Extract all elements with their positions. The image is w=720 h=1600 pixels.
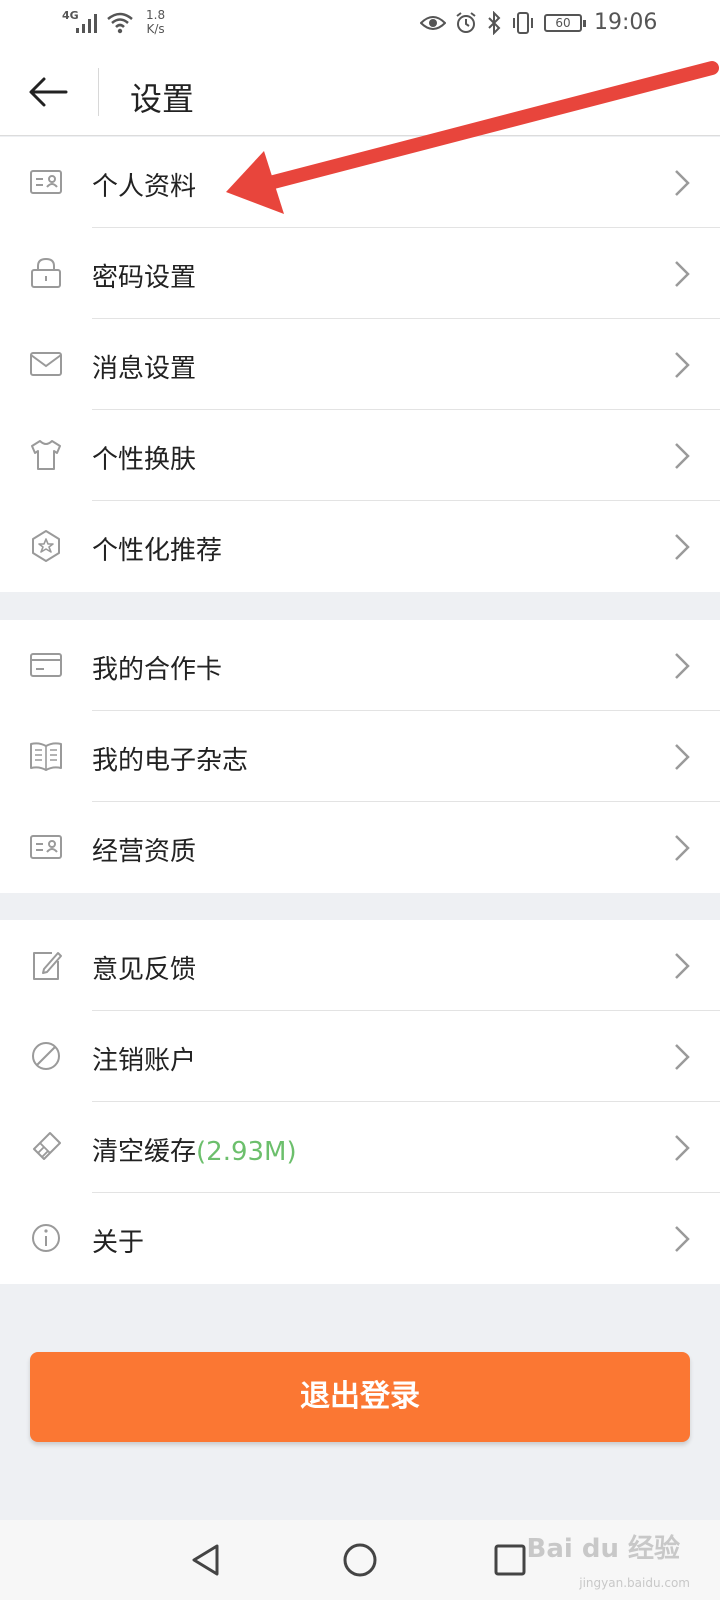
shirt-icon [31, 440, 61, 470]
nav-recents-button[interactable] [490, 1540, 530, 1580]
row-skin[interactable]: 个性换肤 [0, 410, 720, 501]
row-business-qualification[interactable]: 经营资质 [0, 802, 720, 893]
chevron-right-icon [675, 443, 690, 469]
settings-group-account: 个人资料 密码设置 消息设置 个性换肤 个性化推荐 [0, 137, 720, 592]
chevron-right-icon [675, 1044, 690, 1070]
book-icon [30, 742, 62, 771]
chevron-right-icon [675, 352, 690, 378]
chevron-right-icon [675, 261, 690, 287]
app-header: 设置 [0, 48, 720, 136]
card-icon [30, 653, 62, 677]
row-feedback[interactable]: 意见反馈 [0, 920, 720, 1011]
back-arrow-icon [29, 77, 68, 107]
row-password[interactable]: 密码设置 [0, 228, 720, 319]
chevron-right-icon [675, 1226, 690, 1252]
row-e-magazine[interactable]: 我的电子杂志 [0, 711, 720, 802]
row-label: 个性化推荐 [92, 536, 223, 566]
settings-group-misc: 意见反馈 注销账户 清空缓存(2.93M) 关于 [0, 920, 720, 1284]
net-speed-value: 1.8 [146, 8, 166, 22]
row-partner-card[interactable]: 我的合作卡 [0, 620, 720, 711]
cache-size: (2.93M) [196, 1137, 297, 1167]
bluetooth-icon [488, 10, 501, 35]
square-recents-icon [494, 1544, 526, 1576]
row-label: 我的电子杂志 [92, 746, 249, 776]
row-personalized-recommend[interactable]: 个性化推荐 [0, 501, 720, 592]
row-label: 注销账户 [92, 1046, 197, 1076]
nav-home-button[interactable] [340, 1540, 380, 1580]
row-personal-info[interactable]: 个人资料 [0, 137, 720, 228]
vibrate-icon [513, 11, 533, 34]
settings-group-cards: 我的合作卡 我的电子杂志 经营资质 [0, 620, 720, 893]
row-cancel-account[interactable]: 注销账户 [0, 1011, 720, 1102]
net-speed: 1.8 K/s [146, 8, 165, 36]
status-right: 60 19:06 [420, 10, 657, 35]
envelope-icon [30, 352, 62, 376]
row-about[interactable]: 关于 [0, 1193, 720, 1284]
baidu-watermark: Bai du 经验 [526, 1534, 681, 1564]
header-divider [98, 68, 99, 116]
alarm-icon [456, 11, 476, 33]
signal-block: 4G [62, 8, 100, 34]
cache-label: 清空缓存 [92, 1137, 197, 1167]
row-label: 清空缓存(2.93M) [92, 1131, 297, 1168]
chevron-right-icon [675, 1135, 690, 1161]
status-left: 4G 1.8 K/s [62, 8, 165, 36]
info-icon [32, 1224, 60, 1252]
broom-icon [33, 1132, 61, 1160]
id-card-icon [30, 170, 62, 194]
chevron-right-icon [675, 534, 690, 560]
back-button[interactable] [26, 70, 70, 114]
row-label: 我的合作卡 [92, 655, 223, 685]
chevron-right-icon [675, 170, 690, 196]
net-speed-unit: K/s [146, 22, 165, 36]
lock-icon [31, 257, 61, 288]
system-nav-bar: Bai du 经验 jingyan.baidu.com [0, 1520, 720, 1600]
edit-icon [33, 952, 62, 980]
row-label: 个性换肤 [92, 445, 197, 475]
nav-back-button[interactable] [186, 1540, 226, 1580]
star-badge-icon [32, 530, 60, 562]
row-label: 个人资料 [92, 172, 197, 202]
row-label: 意见反馈 [92, 955, 197, 985]
chevron-right-icon [675, 835, 690, 861]
ban-icon [32, 1042, 60, 1070]
circle-home-icon [343, 1543, 377, 1577]
row-clear-cache[interactable]: 清空缓存(2.93M) [0, 1102, 720, 1193]
triangle-back-icon [192, 1544, 219, 1576]
baidu-watermark-site: jingyan.baidu.com [579, 1576, 690, 1590]
id-card-icon [30, 835, 62, 859]
row-label: 消息设置 [92, 354, 197, 384]
signal-icon [76, 14, 97, 33]
eye-icon [420, 15, 446, 30]
page-title: 设置 [130, 80, 195, 118]
status-bar: 4G 1.8 K/s 60 19:06 [0, 0, 720, 48]
row-label: 关于 [92, 1228, 145, 1258]
chevron-right-icon [675, 744, 690, 770]
row-label: 经营资质 [92, 837, 197, 867]
chevron-right-icon [675, 653, 690, 679]
wifi-icon [107, 12, 133, 34]
chevron-right-icon [675, 953, 690, 979]
clock: 19:06 [594, 10, 658, 35]
battery-indicator: 60 [544, 13, 586, 32]
logout-button[interactable]: 退出登录 [30, 1352, 690, 1442]
row-label: 密码设置 [92, 263, 197, 293]
row-message-settings[interactable]: 消息设置 [0, 319, 720, 410]
